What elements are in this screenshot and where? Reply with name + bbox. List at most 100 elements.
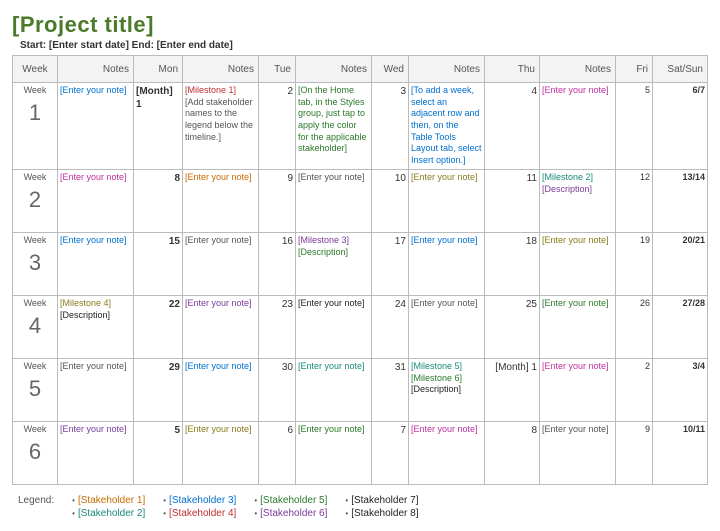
thu-notes: [Enter your note]: [540, 295, 616, 358]
header-wed-notes: Notes: [409, 56, 485, 83]
week-number: 2: [15, 186, 55, 215]
mon-day: 5: [134, 421, 183, 484]
mon-day: 29: [134, 358, 183, 421]
notes-cell: [Enter your note]: [58, 358, 134, 421]
notes-cell: [Enter your note]: [58, 83, 134, 170]
fri-day: 26: [616, 295, 653, 358]
tue-day: 9: [259, 169, 296, 232]
legend-text: [Stakeholder 6]: [260, 508, 327, 519]
satsun-day: 6/7: [653, 83, 708, 170]
legend-text: [Stakeholder 7]: [351, 495, 418, 506]
satsun-day: 27/28: [653, 295, 708, 358]
tue-day: 16: [259, 232, 296, 295]
notes-cell: [Milestone 4][Description]: [58, 295, 134, 358]
tue-notes: [On the Home tab, in the Styles group, j…: [296, 83, 372, 170]
note-text: [Enter your note]: [185, 298, 256, 310]
bullet-icon: •: [72, 509, 75, 518]
week-cell: Week 3: [13, 232, 58, 295]
bullet-icon: •: [254, 509, 257, 518]
tue-notes: [Enter your note]: [296, 421, 372, 484]
legend-item: •[Stakeholder 3]: [163, 495, 236, 506]
week-cell: Week 4: [13, 295, 58, 358]
legend-item: •[Stakeholder 7]: [345, 495, 418, 506]
note-text: [Description]: [411, 384, 482, 396]
legend-text: [Stakeholder 4]: [169, 508, 236, 519]
mon-notes: [Enter your note]: [183, 169, 259, 232]
note-text: [Enter your note]: [411, 298, 482, 310]
mon-day: 15: [134, 232, 183, 295]
bullet-icon: •: [345, 509, 348, 518]
week-cell: Week 6: [13, 421, 58, 484]
header-notes: Notes: [58, 56, 134, 83]
legend-text: [Stakeholder 3]: [169, 495, 236, 506]
legend-item: •[Stakeholder 4]: [163, 508, 236, 519]
legend-item: •[Stakeholder 2]: [72, 508, 145, 519]
legend-text: [Stakeholder 5]: [260, 495, 327, 506]
header-tue-notes: Notes: [296, 56, 372, 83]
note-text: [Enter your note]: [185, 424, 256, 436]
legend-item: •[Stakeholder 8]: [345, 508, 418, 519]
mon-notes: [Enter your note]: [183, 295, 259, 358]
week-cell: Week 2: [13, 169, 58, 232]
note-text: [Milestone 3]: [298, 235, 369, 247]
header-fri: Fri: [616, 56, 653, 83]
note-text: [Milestone 1]: [185, 85, 256, 97]
wed-day: 17: [372, 232, 409, 295]
legend-text: [Stakeholder 2]: [78, 508, 145, 519]
note-text: [Enter your note]: [185, 172, 256, 184]
week-number: 6: [15, 438, 55, 467]
week-row: Week 4 [Milestone 4][Description] 22 [En…: [13, 295, 708, 358]
header-wed: Wed: [372, 56, 409, 83]
wed-notes: [Milestone 5][Milestone 6][Description]: [409, 358, 485, 421]
tue-notes: [Enter your note]: [296, 358, 372, 421]
note-text: [Enter your note]: [542, 85, 613, 97]
note-text: [Enter your note]: [298, 172, 369, 184]
header-week: Week: [13, 56, 58, 83]
week-row: Week 5 [Enter your note] 29 [Enter your …: [13, 358, 708, 421]
legend-text: [Stakeholder 8]: [351, 508, 418, 519]
note-text: [Enter your note]: [298, 424, 369, 436]
header-thu-notes: Notes: [540, 56, 616, 83]
satsun-day: 13/14: [653, 169, 708, 232]
note-text: [To add a week, select an adjacent row a…: [411, 85, 482, 167]
note-text: [Milestone 4]: [60, 298, 131, 310]
thu-notes: [Enter your note]: [540, 421, 616, 484]
thu-notes: [Enter your note]: [540, 232, 616, 295]
header-thu: Thu: [485, 56, 540, 83]
note-text: [Enter your note]: [298, 298, 369, 310]
week-label: Week: [15, 424, 55, 436]
note-text: [Enter your note]: [60, 172, 131, 184]
notes-cell: [Enter your note]: [58, 232, 134, 295]
week-row: Week 1 [Enter your note] [Month] 1 [Mile…: [13, 83, 708, 170]
fri-day: 2: [616, 358, 653, 421]
mon-notes: [Enter your note]: [183, 232, 259, 295]
legend-item: •[Stakeholder 1]: [72, 495, 145, 506]
week-number: 1: [15, 99, 55, 128]
legend-column: •[Stakeholder 3]•[Stakeholder 4]: [163, 495, 236, 519]
legend-text: [Stakeholder 1]: [78, 495, 145, 506]
mon-notes: [Enter your note]: [183, 421, 259, 484]
tue-day: 23: [259, 295, 296, 358]
notes-cell: [Enter your note]: [58, 421, 134, 484]
tue-notes: [Enter your note]: [296, 169, 372, 232]
note-text: [Enter your note]: [411, 172, 482, 184]
note-text: [Enter your note]: [542, 361, 613, 373]
thu-day: 18: [485, 232, 540, 295]
bullet-icon: •: [345, 496, 348, 505]
week-number: 5: [15, 375, 55, 404]
note-text: [Enter your note]: [542, 235, 613, 247]
note-text: [Enter your note]: [411, 424, 482, 436]
note-text: [On the Home tab, in the Styles group, j…: [298, 85, 369, 155]
note-text: [Milestone 5]: [411, 361, 482, 373]
satsun-day: 3/4: [653, 358, 708, 421]
bullet-icon: •: [163, 509, 166, 518]
thu-day: 4: [485, 83, 540, 170]
week-number: 4: [15, 312, 55, 341]
bullet-icon: •: [163, 496, 166, 505]
note-text: [Enter your note]: [185, 361, 256, 373]
wed-notes: [Enter your note]: [409, 232, 485, 295]
bullet-icon: •: [72, 496, 75, 505]
fri-day: 12: [616, 169, 653, 232]
note-text: [Enter your note]: [60, 361, 131, 373]
note-text: [Description]: [298, 247, 369, 259]
